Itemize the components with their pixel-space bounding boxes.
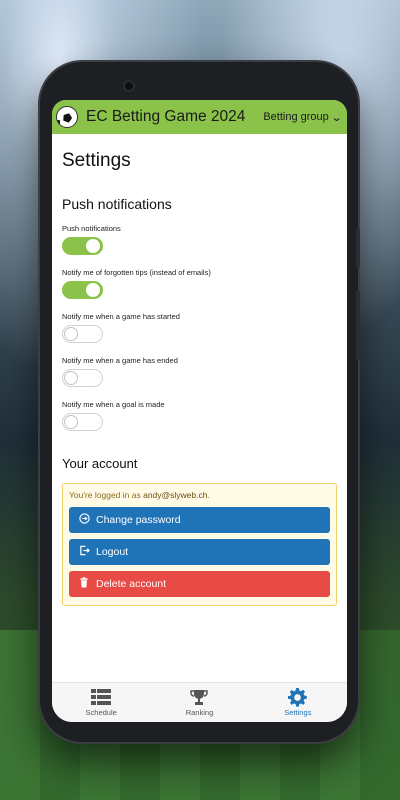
key-circle-icon xyxy=(78,513,90,527)
setting-label: Notify me when a game has ended xyxy=(62,356,178,365)
forgotten-tips-toggle[interactable] xyxy=(62,281,103,299)
push-notifications-toggle[interactable] xyxy=(62,237,103,255)
nav-label-settings: Settings xyxy=(284,708,312,717)
soccer-ball-icon xyxy=(56,106,78,128)
logout-label: Logout xyxy=(96,546,129,558)
nav-label-ranking: Ranking xyxy=(185,708,214,717)
logged-in-prefix: You're logged in as xyxy=(69,490,144,500)
account-section-title: Your account xyxy=(62,456,138,471)
list-icon xyxy=(91,688,112,706)
game-ended-toggle[interactable] xyxy=(62,369,103,387)
nav-item-schedule[interactable]: Schedule xyxy=(52,683,150,722)
setting-label: Notify me when a game has started xyxy=(62,312,180,321)
phone-camera xyxy=(123,80,135,92)
setting-game-ended: Notify me when a game has ended xyxy=(62,356,337,387)
trash-icon xyxy=(78,577,90,591)
bottom-navigation: Schedule Ranking Settings xyxy=(52,682,347,722)
username: andy@slyweb.ch xyxy=(143,490,208,500)
gear-icon xyxy=(288,687,308,707)
chevron-down-icon: ⌄ xyxy=(330,111,343,124)
app-screen: EC Betting Game 2024 Betting group ⌄ Set… xyxy=(52,100,347,722)
logged-in-text: You're logged in as andy@slyweb.ch. xyxy=(69,490,330,500)
nav-item-settings[interactable]: Settings xyxy=(249,683,347,722)
betting-group-label: Betting group xyxy=(263,111,329,123)
logged-in-suffix: . xyxy=(207,490,210,500)
toggle-knob xyxy=(86,283,100,297)
toggle-knob xyxy=(64,327,78,341)
setting-label: Push notifications xyxy=(62,224,121,233)
setting-push-notifications: Push notifications xyxy=(62,224,337,255)
delete-account-button[interactable]: Delete account xyxy=(69,571,330,597)
account-box: You're logged in as andy@slyweb.ch. Chan… xyxy=(62,483,337,606)
toggle-knob xyxy=(86,239,100,253)
logout-icon xyxy=(78,545,90,559)
change-password-label: Change password xyxy=(96,514,181,526)
logout-button[interactable]: Logout xyxy=(69,539,330,565)
phone-volume-button xyxy=(356,290,360,360)
change-password-button[interactable]: Change password xyxy=(69,507,330,533)
trophy-icon xyxy=(190,688,209,706)
setting-label: Notify me of forgotten tips (instead of … xyxy=(62,268,211,277)
delete-account-label: Delete account xyxy=(96,578,167,590)
setting-forgotten-tips: Notify me of forgotten tips (instead of … xyxy=(62,268,337,299)
setting-game-started: Notify me when a game has started xyxy=(62,312,337,343)
game-started-toggle[interactable] xyxy=(62,325,103,343)
push-section-title: Push notifications xyxy=(62,196,172,212)
nav-item-ranking[interactable]: Ranking xyxy=(150,683,248,722)
settings-content: Settings Push notifications Push notific… xyxy=(52,134,347,606)
goal-made-toggle[interactable] xyxy=(62,413,103,431)
app-bar: EC Betting Game 2024 Betting group ⌄ xyxy=(52,100,347,134)
phone-side-button xyxy=(356,228,360,268)
toggle-knob xyxy=(64,415,78,429)
toggle-knob xyxy=(64,371,78,385)
setting-goal-made: Notify me when a goal is made xyxy=(62,400,337,431)
nav-label-schedule: Schedule xyxy=(85,708,117,717)
betting-group-dropdown[interactable]: Betting group ⌄ xyxy=(263,111,343,124)
app-title: EC Betting Game 2024 xyxy=(86,108,246,125)
page-title: Settings xyxy=(62,150,131,171)
setting-label: Notify me when a goal is made xyxy=(62,400,165,409)
